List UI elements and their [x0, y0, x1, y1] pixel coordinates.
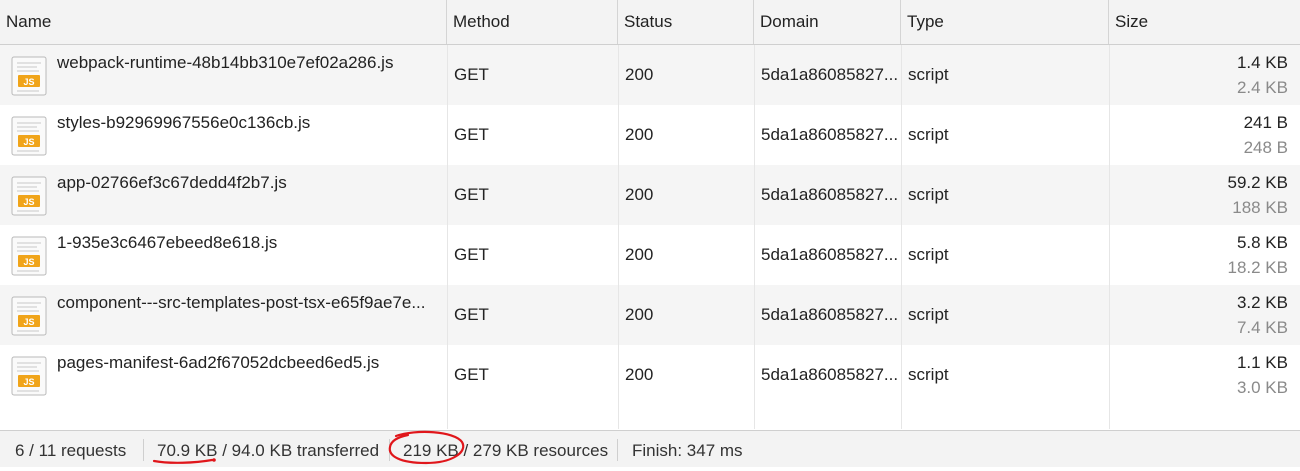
- svg-text:JS: JS: [23, 377, 34, 387]
- column-divider: [618, 45, 619, 429]
- finish-time: Finish: 347 ms: [632, 441, 743, 460]
- request-name[interactable]: 1-935e3c6467ebeed8e618.js: [57, 233, 441, 253]
- request-row[interactable]: JS app-02766ef3c67dedd4f2b7.js GET 200 5…: [0, 165, 1300, 225]
- table-header: Name Method Status Domain Type Size: [0, 0, 1300, 45]
- request-size: 5.8 KB: [1236, 233, 1288, 252]
- request-name[interactable]: component---src-templates-post-tsx-e65f9…: [57, 293, 441, 313]
- request-status: 200: [625, 125, 654, 144]
- request-domain: 5da1a86085827...: [761, 305, 899, 324]
- request-row[interactable]: JS component---src-templates-post-tsx-e6…: [0, 285, 1300, 345]
- request-name[interactable]: styles-b92969967556e0c136cb.js: [57, 113, 441, 133]
- request-method: GET: [454, 305, 489, 324]
- resources-value: 219 KB: [403, 441, 459, 460]
- js-file-icon: JS: [11, 296, 47, 336]
- column-divider: [754, 45, 755, 429]
- js-file-icon: JS: [11, 56, 47, 96]
- request-name[interactable]: pages-manifest-6ad2f67052dcbeed6ed5.js: [57, 353, 441, 373]
- request-type: script: [908, 65, 949, 84]
- request-domain: 5da1a86085827...: [761, 125, 899, 144]
- transferred-summary: 70.9 KB / 94.0 KB transferred: [157, 431, 379, 467]
- request-type: script: [908, 305, 949, 324]
- column-header-size[interactable]: Size: [1109, 0, 1300, 44]
- request-method: GET: [454, 65, 489, 84]
- divider: [143, 439, 144, 461]
- status-bar: 6 / 11 requests 70.9 KB / 94.0 KB transf…: [0, 430, 1300, 467]
- column-divider: [1109, 45, 1110, 429]
- column-header-method[interactable]: Method: [447, 0, 618, 44]
- js-file-icon: JS: [11, 236, 47, 276]
- request-size: 1.1 KB: [1236, 353, 1288, 372]
- request-row[interactable]: JS 1-935e3c6467ebeed8e618.js GET 200 5da…: [0, 225, 1300, 285]
- column-header-type[interactable]: Type: [901, 0, 1109, 44]
- request-method: GET: [454, 245, 489, 264]
- request-row[interactable]: JS styles-b92969967556e0c136cb.js GET 20…: [0, 105, 1300, 165]
- request-domain: 5da1a86085827...: [761, 365, 899, 384]
- column-divider: [447, 45, 448, 429]
- request-resource-size: 7.4 KB: [1236, 318, 1288, 337]
- column-header-status[interactable]: Status: [618, 0, 754, 44]
- js-file-icon: JS: [11, 116, 47, 156]
- request-name[interactable]: webpack-runtime-48b14bb310e7ef02a286.js: [57, 53, 441, 73]
- divider: [389, 439, 390, 461]
- resources-total: / 279 KB resources: [458, 441, 609, 460]
- request-resource-size: 248 B: [1243, 138, 1288, 157]
- request-count: 6 / 11 requests: [15, 441, 127, 460]
- transferred-total: / 94.0 KB transferred: [217, 441, 380, 460]
- request-domain: 5da1a86085827...: [761, 245, 899, 264]
- svg-text:JS: JS: [23, 317, 34, 327]
- request-resource-size: 2.4 KB: [1236, 78, 1288, 97]
- js-file-icon: JS: [11, 176, 47, 216]
- request-type: script: [908, 125, 949, 144]
- request-resource-size: 3.0 KB: [1236, 378, 1288, 397]
- request-type: script: [908, 185, 949, 204]
- resources-summary: 219 KB / 279 KB resources: [403, 431, 608, 467]
- request-name[interactable]: app-02766ef3c67dedd4f2b7.js: [57, 173, 441, 193]
- request-list: JS webpack-runtime-48b14bb310e7ef02a286.…: [0, 45, 1300, 429]
- request-size: 1.4 KB: [1236, 53, 1288, 72]
- request-size: 241 B: [1243, 113, 1288, 132]
- request-status: 200: [625, 65, 654, 84]
- request-domain: 5da1a86085827...: [761, 65, 899, 84]
- request-method: GET: [454, 365, 489, 384]
- svg-text:JS: JS: [23, 257, 34, 267]
- request-status: 200: [625, 245, 654, 264]
- request-type: script: [908, 365, 949, 384]
- request-size: 3.2 KB: [1236, 293, 1288, 312]
- request-row[interactable]: JS pages-manifest-6ad2f67052dcbeed6ed5.j…: [0, 345, 1300, 405]
- request-size: 59.2 KB: [1227, 173, 1289, 192]
- request-domain: 5da1a86085827...: [761, 185, 899, 204]
- request-resource-size: 18.2 KB: [1227, 258, 1289, 277]
- network-panel: Name Method Status Domain Type Size JS w…: [0, 0, 1300, 467]
- request-row[interactable]: JS webpack-runtime-48b14bb310e7ef02a286.…: [0, 45, 1300, 105]
- svg-text:JS: JS: [23, 197, 34, 207]
- column-divider: [901, 45, 902, 429]
- request-status: 200: [625, 185, 654, 204]
- request-type: script: [908, 245, 949, 264]
- column-header-domain[interactable]: Domain: [754, 0, 901, 44]
- request-status: 200: [625, 365, 654, 384]
- request-status: 200: [625, 305, 654, 324]
- column-header-name[interactable]: Name: [0, 0, 447, 44]
- js-file-icon: JS: [11, 356, 47, 396]
- request-method: GET: [454, 125, 489, 144]
- svg-text:JS: JS: [23, 137, 34, 147]
- request-method: GET: [454, 185, 489, 204]
- transferred-value: 70.9 KB: [157, 441, 218, 460]
- request-resource-size: 188 KB: [1232, 198, 1288, 217]
- divider: [617, 439, 618, 461]
- svg-text:JS: JS: [23, 77, 34, 87]
